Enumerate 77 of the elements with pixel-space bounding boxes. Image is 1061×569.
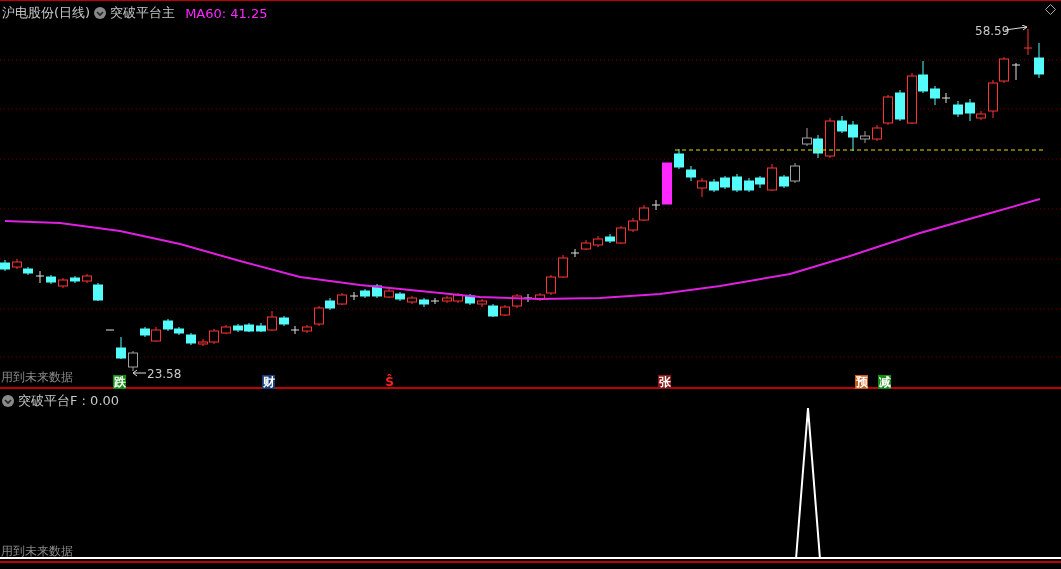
candlestick xyxy=(58,277,68,289)
candlestick xyxy=(709,178,719,193)
candlestick xyxy=(233,323,243,333)
candlestick xyxy=(1023,28,1033,56)
candlestick xyxy=(639,204,649,222)
arrow-icon xyxy=(132,369,146,377)
candlestick xyxy=(628,217,638,233)
candlestick xyxy=(825,117,835,159)
candlestick xyxy=(116,336,126,360)
high-price-label: 58.59 xyxy=(975,24,1010,38)
candlestick xyxy=(860,130,870,144)
event-badge[interactable]: 跌 xyxy=(113,375,126,389)
candlestick xyxy=(732,173,742,193)
candlestick xyxy=(988,79,998,119)
candlestick xyxy=(453,292,463,304)
future-data-note: 用到未来数据 xyxy=(0,369,73,386)
candlestick xyxy=(105,329,115,331)
candlestick xyxy=(755,175,765,189)
candlestick xyxy=(697,177,707,198)
candlestick xyxy=(12,258,22,270)
candlestick xyxy=(558,254,568,279)
candlestick xyxy=(999,56,1009,84)
candlestick xyxy=(23,266,33,276)
future-data-note: 用到未来数据 xyxy=(0,543,73,560)
chevron-down-icon[interactable] xyxy=(94,7,107,19)
candlestick xyxy=(360,288,370,299)
candlestick xyxy=(1034,42,1044,79)
candlestick xyxy=(337,292,347,306)
diamond-icon[interactable] xyxy=(1045,4,1056,15)
candlestick xyxy=(46,274,56,285)
candlestick xyxy=(151,326,161,343)
candlestick xyxy=(372,283,382,299)
candlestick xyxy=(290,325,300,335)
candlestick xyxy=(465,293,475,306)
candlestick xyxy=(500,304,510,317)
candlestick xyxy=(442,295,452,304)
sub-indicator-title: 突破平台F : 0.00 xyxy=(18,392,120,410)
candlestick xyxy=(35,270,45,284)
candlestick xyxy=(1011,62,1021,81)
candlestick xyxy=(186,332,196,346)
candlestick xyxy=(279,315,289,327)
candlestick xyxy=(70,275,80,284)
candlestick xyxy=(686,165,696,182)
candlestick xyxy=(419,297,429,308)
candlestick xyxy=(895,89,905,122)
stock-title: 沪电股份(日线) xyxy=(2,4,91,22)
candlestick xyxy=(395,291,405,302)
chevron-down-icon[interactable] xyxy=(2,395,14,407)
candlestick xyxy=(221,324,231,335)
low-price-label: 23.58 xyxy=(147,367,182,381)
event-badge[interactable]: Ŝ xyxy=(383,375,396,389)
candlestick xyxy=(674,148,684,170)
candlestick xyxy=(581,239,591,251)
candlestick xyxy=(244,322,254,333)
event-badge[interactable]: 财 xyxy=(262,375,275,389)
event-badge[interactable]: 张 xyxy=(658,375,671,389)
candlestick xyxy=(593,235,603,248)
candlestick xyxy=(302,324,312,334)
candlestick xyxy=(0,259,10,272)
candlestick xyxy=(802,127,812,147)
candlestick xyxy=(720,175,730,190)
candlestick xyxy=(174,326,184,336)
candlestick xyxy=(349,291,359,301)
candlestick xyxy=(570,248,580,258)
candlestick xyxy=(953,100,963,118)
candlestick xyxy=(140,326,150,338)
candlestick xyxy=(767,163,777,192)
candlestick xyxy=(384,288,394,299)
event-badge[interactable]: 减 xyxy=(878,375,891,389)
candlestick xyxy=(128,350,138,372)
candlestick xyxy=(163,318,173,332)
event-badge[interactable]: 预 xyxy=(855,375,868,389)
candlestick xyxy=(407,295,417,305)
candlestick xyxy=(744,177,754,193)
candlestick xyxy=(813,134,823,159)
ma-reading: MA60: 41.25 xyxy=(185,5,268,21)
indicator-name: 突破平台主 xyxy=(110,4,176,22)
